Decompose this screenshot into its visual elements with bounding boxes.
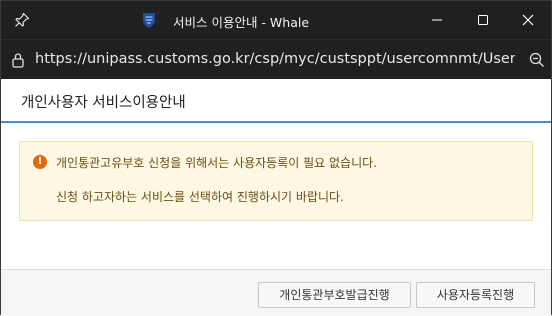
minimize-button[interactable] <box>414 1 460 39</box>
pin-icon[interactable] <box>13 11 31 29</box>
close-button[interactable] <box>505 1 551 39</box>
window-title: 서비스 이용안내 - Whale <box>173 15 310 30</box>
notice-line-2: 신청 하고자하는 서비스를 선택하여 진행하시기 바랍니다. <box>56 190 344 204</box>
register-user-button[interactable]: 사용자등록진행 <box>416 282 535 308</box>
warning-icon: ! <box>33 155 47 169</box>
address-bar[interactable]: https://unipass.customs.go.kr/csp/myc/cu… <box>1 39 551 80</box>
notice-line-1: 개인통관고유부호 신청을 위해서는 사용자등록이 필요 없습니다. <box>56 156 377 170</box>
maximize-button[interactable] <box>460 1 506 39</box>
zoom-icon[interactable] <box>529 52 545 68</box>
dialog-header: 개인사용자 서비스이용안내 <box>1 79 551 123</box>
url-text[interactable]: https://unipass.customs.go.kr/csp/myc/cu… <box>35 51 515 67</box>
dialog-footer: 개인통관부호발급진행 사용자등록진행 <box>1 269 551 316</box>
issue-customs-code-button[interactable]: 개인통관부호발급진행 <box>258 282 411 308</box>
site-favicon-icon <box>141 12 157 29</box>
notice-box: ! 개인통관고유부호 신청을 위해서는 사용자등록이 필요 없습니다. 신청 하… <box>19 141 533 221</box>
browser-popup-window: 서비스 이용안내 - Whale https://unipass.customs… <box>0 0 552 316</box>
title-bar[interactable]: 서비스 이용안내 - Whale <box>1 1 551 39</box>
dialog-title: 개인사용자 서비스이용안내 <box>21 95 186 111</box>
lock-icon[interactable] <box>11 52 25 68</box>
